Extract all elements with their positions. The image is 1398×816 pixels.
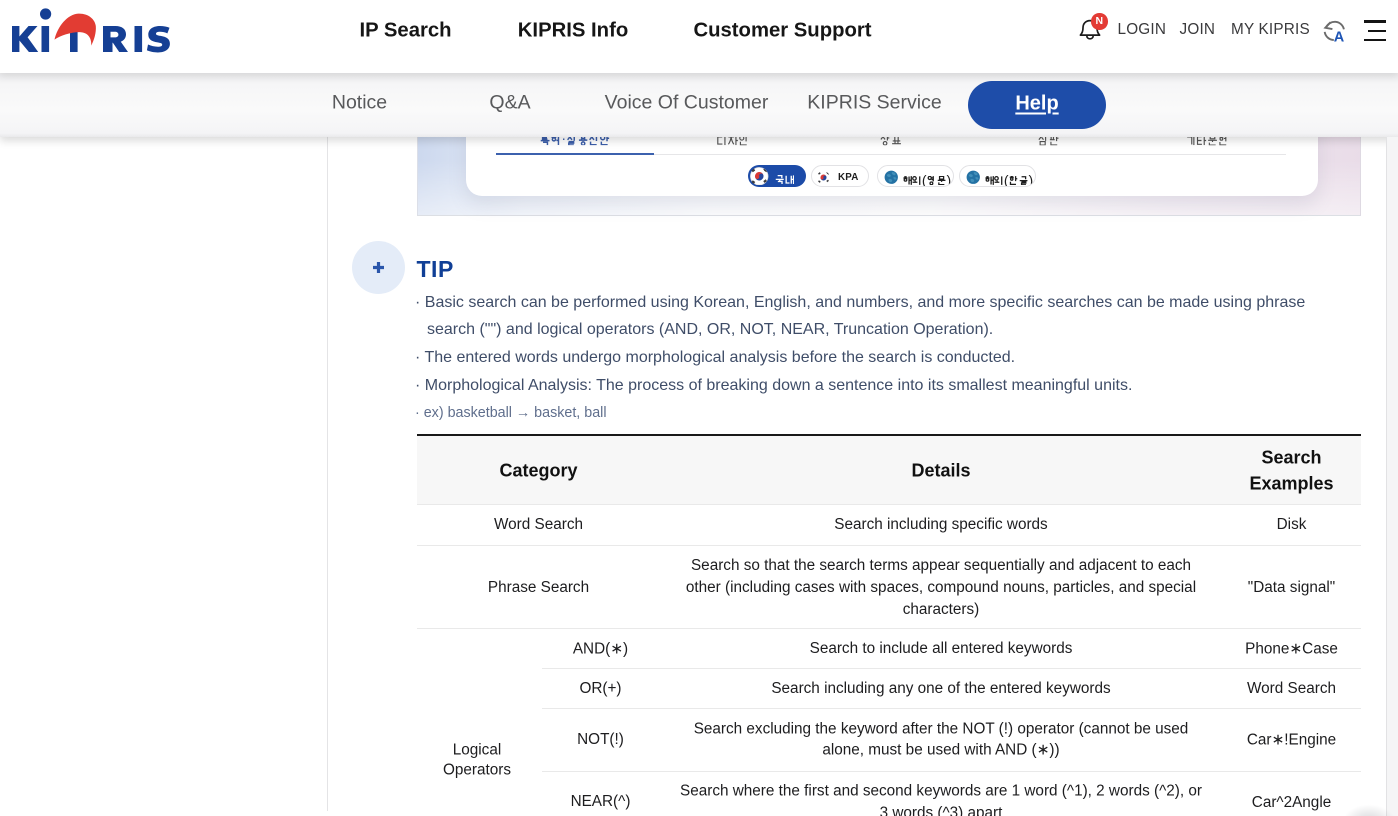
svg-text:A: A [1334, 30, 1345, 44]
